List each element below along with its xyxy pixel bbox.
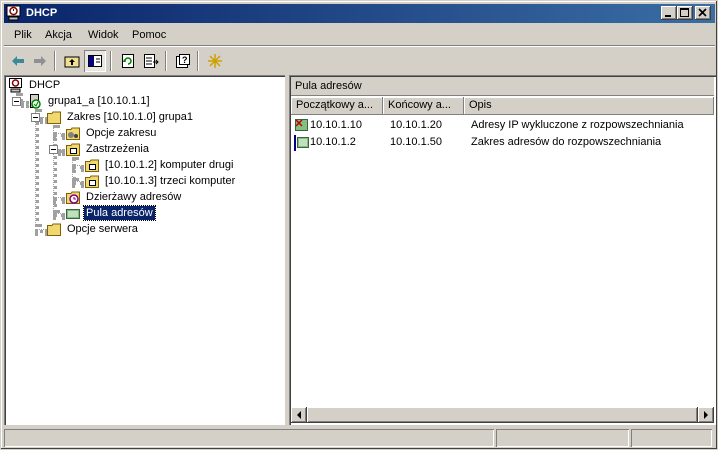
up-folder-icon xyxy=(64,56,80,68)
toolbar-separator xyxy=(54,51,56,71)
detail-pane[interactable]: Pula adresów Początkowy a... Końcowy a..… xyxy=(289,75,716,425)
cell-start-address: 10.10.1.10 xyxy=(310,119,362,131)
refresh-icon xyxy=(122,54,134,68)
export-list-button[interactable] xyxy=(140,50,162,72)
tree-line xyxy=(58,149,65,153)
show-hide-tree-icon xyxy=(88,55,102,67)
cell-description: Adresy IP wykluczone z rozpowszechniania xyxy=(471,119,684,131)
tree-node-label: grupa1_a [10.10.1.1] xyxy=(48,95,150,107)
new-scope-star-icon xyxy=(208,54,222,68)
distribution-range-icon xyxy=(294,135,309,151)
cell-start-address: 10.10.1.2 xyxy=(310,136,356,148)
detail-pane-header: Pula adresów xyxy=(291,77,714,96)
column-header-start[interactable]: Początkowy a... xyxy=(291,97,383,115)
menu-widok[interactable]: Widok xyxy=(88,29,119,41)
up-one-level-button[interactable] xyxy=(61,50,83,72)
close-button[interactable] xyxy=(695,6,711,20)
toolbar-separator xyxy=(165,51,167,71)
collapse-toggle[interactable] xyxy=(12,97,21,106)
svg-text:?: ? xyxy=(182,55,188,65)
toolbar: ? xyxy=(4,48,715,74)
options-folder-icon xyxy=(66,127,80,140)
menu-separator xyxy=(4,45,715,47)
column-header-end[interactable]: Końcowy a... xyxy=(383,97,464,115)
back-button[interactable] xyxy=(7,50,29,72)
maximize-icon xyxy=(680,8,689,17)
tree-node-label: Opcje zakresu xyxy=(86,127,157,139)
tree-line xyxy=(72,181,84,185)
tree-line xyxy=(72,165,84,169)
reservation-icon xyxy=(85,175,99,188)
cell-description: Zakres adresów do rozpowszechniania xyxy=(471,136,662,148)
table-row[interactable]: 10.10.1.10 10.10.1.20 Adresy IP wykluczo… xyxy=(291,117,714,134)
dhcp-console-icon xyxy=(9,78,22,93)
status-panel-1 xyxy=(4,429,494,447)
tree-line xyxy=(72,157,76,181)
toolbar-separator xyxy=(197,51,199,71)
forward-arrow-icon xyxy=(34,56,46,66)
minimize-button[interactable] xyxy=(661,6,677,20)
address-pool-icon xyxy=(66,209,80,219)
maximize-button[interactable] xyxy=(677,6,693,20)
collapse-toggle[interactable] xyxy=(49,145,58,154)
refresh-button[interactable] xyxy=(117,50,139,72)
tree-node-label: [10.10.1.2] komputer drugi xyxy=(105,159,234,171)
dhcp-window: DHCP Plik Akcja Widok Pomoc ? DHCP grupa… xyxy=(0,0,718,450)
show-hide-tree-button[interactable] xyxy=(84,50,106,72)
column-header-description[interactable]: Opis xyxy=(464,97,714,115)
tree-line xyxy=(53,133,65,137)
back-arrow-icon xyxy=(12,56,24,66)
scrollbar-thumb[interactable] xyxy=(307,407,698,423)
tree-node-label: Zastrzeżenia xyxy=(86,143,149,155)
dhcp-app-icon xyxy=(6,5,21,21)
menu-akcja[interactable]: Akcja xyxy=(45,29,72,41)
minimize-icon xyxy=(665,15,671,17)
reservations-folder-icon xyxy=(66,143,80,156)
help-button[interactable]: ? xyxy=(172,50,194,72)
scroll-right-button[interactable] xyxy=(698,407,714,423)
arrow-right-icon xyxy=(704,411,708,419)
status-bar xyxy=(4,428,715,448)
status-panel-2 xyxy=(496,429,629,447)
folder-icon xyxy=(47,111,61,124)
window-title: DHCP xyxy=(26,7,58,19)
tree-line xyxy=(53,197,65,201)
arrow-left-icon xyxy=(297,411,301,419)
console-tree-pane[interactable]: DHCP grupa1_a [10.10.1.1] Zakres [10.10.… xyxy=(4,75,285,425)
menu-pomoc[interactable]: Pomoc xyxy=(132,29,166,41)
server-options-folder-icon xyxy=(47,223,61,236)
tree-line xyxy=(35,109,39,227)
collapse-toggle[interactable] xyxy=(31,113,40,122)
exclusion-range-icon xyxy=(295,119,308,131)
cell-end-address: 10.10.1.20 xyxy=(390,119,442,131)
close-icon xyxy=(698,8,707,17)
forward-button[interactable] xyxy=(29,50,51,72)
horizontal-scrollbar[interactable] xyxy=(291,407,714,423)
tree-node-label: Dzierżawy adresów xyxy=(86,191,182,203)
tree-node-label: Zakres [10.10.1.0] grupa1 xyxy=(67,111,193,123)
title-bar[interactable]: DHCP xyxy=(4,4,715,23)
help-icon: ? xyxy=(176,54,190,68)
leases-folder-icon xyxy=(66,191,80,204)
cell-end-address: 10.10.1.50 xyxy=(390,136,442,148)
tree-node-label: Pula adresów xyxy=(83,205,156,221)
status-panel-3 xyxy=(631,429,712,447)
tree-node-label: Opcje serwera xyxy=(67,223,138,235)
tree-node-label: [10.10.1.3] trzeci komputer xyxy=(105,175,236,187)
reservation-icon xyxy=(85,159,99,172)
new-scope-button[interactable] xyxy=(204,50,226,72)
scroll-left-button[interactable] xyxy=(291,407,307,423)
tree-node-label: DHCP xyxy=(29,79,61,91)
server-icon xyxy=(30,94,41,109)
table-row[interactable]: 10.10.1.2 10.10.1.50 Zakres adresów do r… xyxy=(291,134,714,151)
tree-line xyxy=(53,213,65,217)
toolbar-separator xyxy=(110,51,112,71)
menu-bar: Plik Akcja Widok Pomoc xyxy=(4,25,715,45)
menu-plik[interactable]: Plik xyxy=(14,29,32,41)
export-list-icon xyxy=(144,54,159,68)
